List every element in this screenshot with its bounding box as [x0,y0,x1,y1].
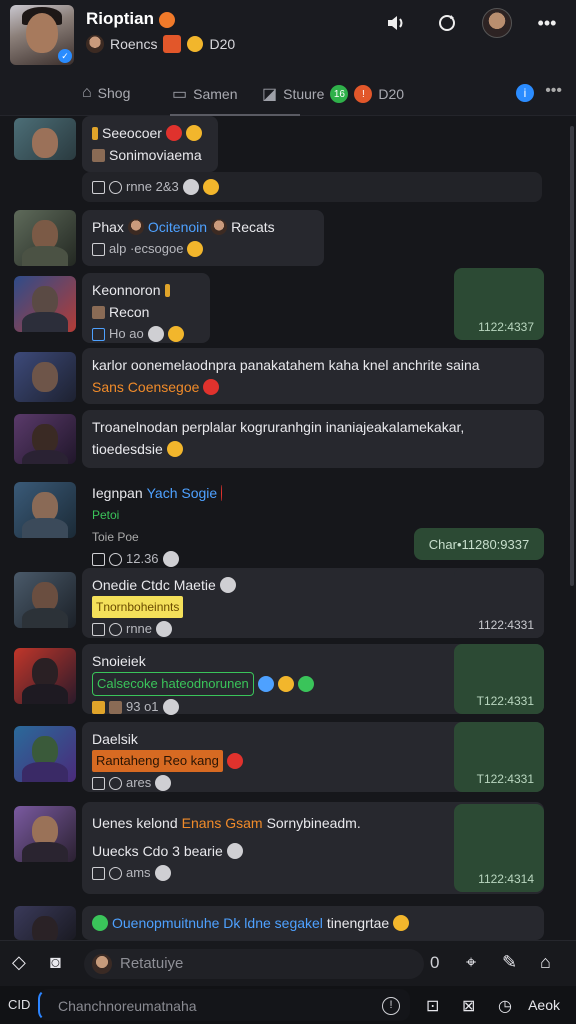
message-bubble[interactable]: Ouenopmuitnuhe Dk ldne segakel tinengrtae [82,906,544,940]
grid-icon[interactable]: ⊡ [426,996,439,1016]
avatar-body [22,842,68,862]
message-avatar[interactable] [14,726,76,782]
message-avatar[interactable] [14,118,76,160]
diamond-icon[interactable]: ◇ [12,952,26,973]
message-bubble[interactable]: Iegnpan Yach Sogie Petoi Toie Poe 12.36 [82,476,232,567]
camera-icon[interactable]: ◙ [50,952,61,973]
status-badge [163,35,182,53]
message-bubble[interactable]: Keonnoron Recon Ho ao [82,273,210,343]
chat-header: ✓ Rioptian Roencs D20 ••• [0,0,576,74]
scrollbar[interactable] [570,126,574,586]
fire-emoji-icon [158,11,175,28]
tab-more-icon[interactable]: ••• [545,82,562,100]
tab-stuure[interactable]: ◪ Stuure 16 ! D20 [262,84,404,104]
avatar-body [22,684,68,704]
info-icon[interactable]: i [516,84,534,102]
avatar-body [22,608,68,628]
header-actions: ••• [382,8,562,38]
chat-title[interactable]: Rioptian [86,9,175,29]
chat-subtitle: Roencs D20 [86,35,235,53]
timer-icon[interactable]: ⊠ [462,996,475,1016]
reply-input[interactable]: Retatuiye [84,949,424,979]
speaker-icon[interactable] [382,8,412,38]
avatar-body [22,450,68,464]
edit-icon[interactable]: ✎ [502,952,517,973]
message-avatar[interactable] [14,210,76,266]
message-avatar[interactable] [14,352,76,402]
avatar-head [32,128,58,158]
reply-avatar [92,954,112,974]
image-icon: ◪ [262,86,278,103]
message-time: 1122:4331 [454,568,544,638]
message-avatar[interactable] [14,906,76,940]
input-bar: CID Chanchnoreumatnaha ! ⊡ ⊠ ◷ Aeok [0,986,576,1024]
outgoing-bubble[interactable]: T122:4331 [454,722,544,792]
message-feed[interactable]: Seeocoer Sonimoviaema rnne 2&3 Phax Ocite… [0,116,576,940]
outgoing-bubble[interactable]: 1122:4337 [454,268,544,340]
avatar-head [32,362,58,392]
home-icon: ⌂ [82,84,92,101]
member-avatar [86,35,104,53]
chat-avatar[interactable]: ✓ [10,5,74,65]
notification-badge: 16 [330,85,349,103]
message-avatar[interactable] [14,648,76,704]
profile-avatar[interactable] [482,8,512,38]
message-avatar[interactable] [14,806,76,862]
verified-icon: ✓ [58,49,72,63]
avatar-head [32,916,58,940]
gallery-icon[interactable]: ⌂ [540,952,551,973]
outgoing-bubble[interactable]: T122:4331 [454,644,544,714]
avatar-body [22,246,68,266]
tab-samen[interactable]: ▭ Samen [172,84,237,104]
chat-icon: ▭ [172,86,188,103]
message-bubble[interactable]: karlor oonemelaodnpra panakatahem kaha k… [82,348,544,404]
more-icon[interactable]: ••• [532,8,562,38]
clock-icon[interactable]: ◷ [498,996,512,1016]
message-avatar[interactable] [14,572,76,628]
message-bubble[interactable]: Troanelnodan perplalar kogruranhgin inan… [82,410,544,468]
send-button[interactable]: Aeok [528,997,560,1013]
message-avatar[interactable] [14,276,76,332]
message-meta-row: rnne 2&3 [82,172,542,202]
outgoing-pill[interactable]: Char•11280:9337 [414,528,544,560]
avatar-body [22,518,68,538]
avatar-body [22,312,68,332]
refresh-icon[interactable] [432,8,462,38]
alert-badge: ! [354,85,373,103]
tab-bar: ⌂ Shog ▭ Samen ◪ Stuure 16 ! D20 i ••• [0,74,576,116]
tab-shog[interactable]: ⌂ Shog [82,84,130,102]
input-label: CID [8,997,31,1012]
outgoing-bubble[interactable]: 1122:4314 [454,804,544,892]
message-bubble[interactable]: Phax Ocitenoin Recats alp ·ecsogoe [82,210,324,266]
avatar-face [26,13,58,53]
pin-icon[interactable]: ⌖ [466,952,476,973]
alert-icon[interactable]: ! [382,997,400,1015]
character-count: 0 [430,953,440,972]
message-avatar[interactable] [14,414,76,464]
message-bubble[interactable]: Seeocoer Sonimoviaema [82,116,218,172]
message-avatar[interactable] [14,482,76,538]
compose-bar: ◇ ◙ Retatuiye 0 ⌖ ✎ ⌂ [0,940,576,986]
message-input[interactable]: Chanchnoreumatnaha ! [38,989,410,1021]
avatar-body [22,762,68,782]
emoji-icon [187,36,204,52]
